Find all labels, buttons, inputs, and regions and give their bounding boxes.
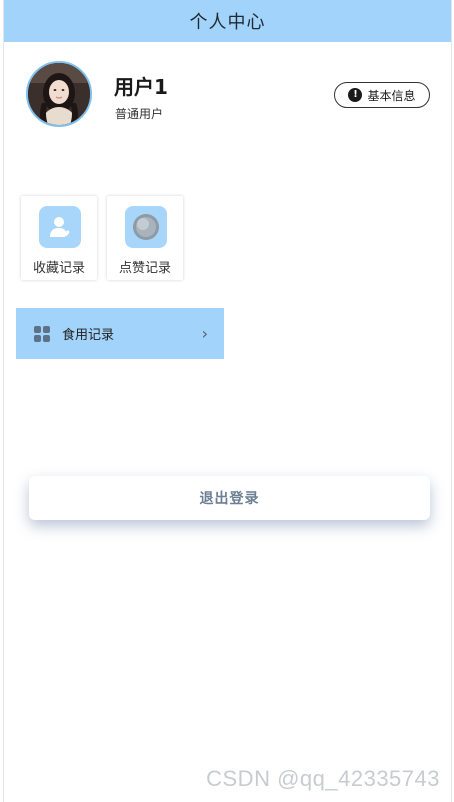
favorite-user-icon <box>39 206 81 248</box>
user-type: 普通用户 <box>115 107 164 121</box>
avatar[interactable] <box>26 61 92 127</box>
basic-info-label: 基本信息 <box>367 88 416 103</box>
watermark: CSDN @qq_42335743 <box>206 766 440 791</box>
page-title: 个人中心 <box>189 12 266 33</box>
page-frame: 个人中心 用户1 普通用户 ! 基本信息 收藏记录 点赞记录 食用记录 › 退出… <box>3 0 452 802</box>
basic-info-button[interactable]: ! 基本信息 <box>334 82 430 108</box>
favorites-card[interactable]: 收藏记录 <box>21 196 97 280</box>
exclamation-circle-icon: ! <box>348 88 363 102</box>
avatar-image <box>28 63 90 125</box>
logout-button-label: 退出登录 <box>199 491 260 507</box>
likes-card-label: 点赞记录 <box>118 261 171 276</box>
chevron-right-icon: › <box>201 324 208 343</box>
top-header: 个人中心 <box>4 0 451 42</box>
menu-item-food-records[interactable]: 食用记录 › <box>16 308 224 359</box>
logout-button[interactable]: 退出登录 <box>29 476 430 520</box>
favorites-card-label: 收藏记录 <box>32 261 85 276</box>
grid-apps-icon <box>34 325 50 342</box>
menu-item-label: 食用记录 <box>62 328 115 343</box>
username: 用户1 <box>114 75 168 99</box>
like-record-icon <box>125 206 167 248</box>
likes-card[interactable]: 点赞记录 <box>107 196 183 280</box>
